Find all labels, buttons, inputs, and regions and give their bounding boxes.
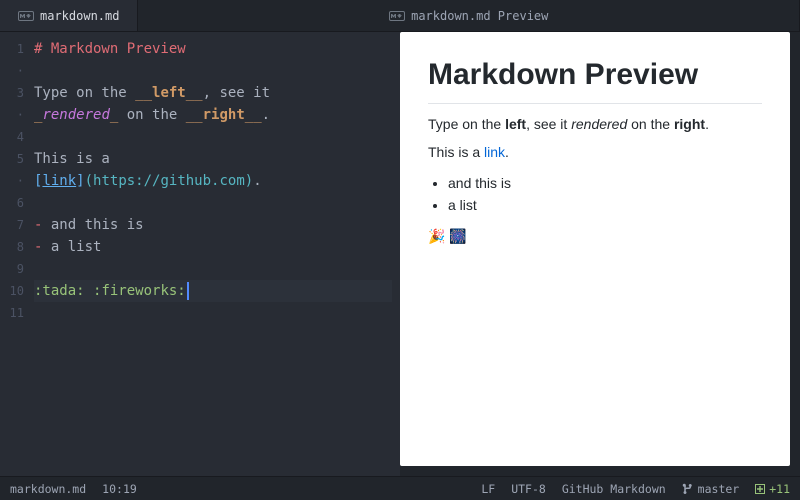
preview-card: Markdown Preview Type on the left, see i… (400, 32, 790, 466)
line-number: · (0, 104, 24, 126)
code-line[interactable]: - a list (34, 236, 392, 258)
code-body[interactable]: # Markdown Preview Type on the __left__, … (34, 32, 400, 476)
tab-bar: markdown.md markdown.md Preview (0, 0, 800, 32)
status-cursor[interactable]: 10:19 (102, 482, 137, 496)
line-number: 1 (0, 38, 24, 60)
code-line[interactable] (34, 192, 392, 214)
code-line[interactable]: This is a (34, 148, 392, 170)
preview-list: and this is a list (448, 172, 762, 217)
diff-icon (755, 484, 765, 494)
preview-p1: Type on the left, see it rendered on the… (428, 116, 762, 132)
line-number: 8 (0, 236, 24, 258)
line-number: 9 (0, 258, 24, 280)
preview-emoji: 🎉 🎆 (428, 228, 762, 245)
preview-h1: Markdown Preview (428, 58, 762, 104)
status-bar: markdown.md 10:19 LF UTF-8 GitHub Markdo… (0, 476, 800, 500)
code-line[interactable]: # Markdown Preview (34, 38, 392, 60)
line-number: 5 (0, 148, 24, 170)
line-number: 11 (0, 302, 24, 324)
code-line[interactable] (34, 60, 392, 82)
code-line[interactable]: _rendered_ on the __right__. (34, 104, 392, 126)
status-grammar[interactable]: GitHub Markdown (562, 482, 666, 496)
text-cursor (187, 282, 189, 300)
code-line[interactable] (34, 302, 392, 324)
code-line[interactable] (34, 126, 392, 148)
preview-p2: This is a link. (428, 144, 762, 160)
status-diff[interactable]: +11 (755, 482, 790, 496)
line-gutter: 1·3·45·67891011 (0, 32, 34, 476)
code-line[interactable]: Type on the __left__, see it (34, 82, 392, 104)
line-number: · (0, 170, 24, 192)
tab-preview[interactable]: markdown.md Preview (138, 0, 800, 31)
line-number: 10 (0, 280, 24, 302)
code-line[interactable]: :tada: :fireworks: (34, 280, 392, 302)
markdown-icon (389, 11, 405, 21)
markdown-icon (18, 11, 34, 21)
line-number: 7 (0, 214, 24, 236)
list-item: and this is (448, 172, 762, 194)
preview-link[interactable]: link (484, 144, 505, 160)
tab-preview-label: markdown.md Preview (411, 9, 548, 23)
tab-editor-label: markdown.md (40, 9, 119, 23)
line-number: · (0, 60, 24, 82)
status-line-ending[interactable]: LF (481, 482, 495, 496)
code-line[interactable] (34, 258, 392, 280)
code-editor[interactable]: 1·3·45·67891011 # Markdown PreviewType o… (0, 32, 400, 476)
editor-pane: 1·3·45·67891011 # Markdown PreviewType o… (0, 32, 400, 476)
status-filename[interactable]: markdown.md (10, 482, 86, 496)
split-panes: 1·3·45·67891011 # Markdown PreviewType o… (0, 32, 800, 476)
tab-editor[interactable]: markdown.md (0, 0, 138, 31)
status-branch[interactable]: master (682, 482, 740, 496)
line-number: 3 (0, 82, 24, 104)
list-item: a list (448, 194, 762, 216)
code-line[interactable]: [link](https://github.com). (34, 170, 392, 192)
code-line[interactable]: - and this is (34, 214, 392, 236)
line-number: 4 (0, 126, 24, 148)
line-number: 6 (0, 192, 24, 214)
status-encoding[interactable]: UTF-8 (511, 482, 546, 496)
preview-pane: Markdown Preview Type on the left, see i… (400, 32, 800, 476)
git-branch-icon (682, 483, 694, 495)
